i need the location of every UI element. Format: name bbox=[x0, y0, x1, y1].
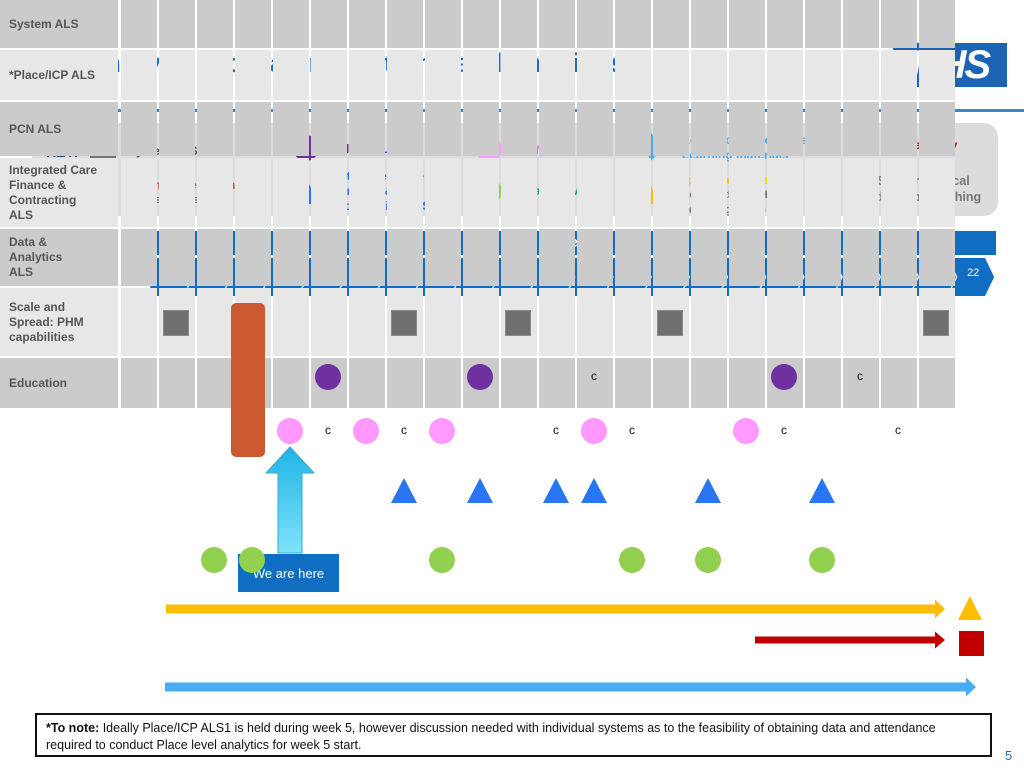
place-als-marker bbox=[467, 364, 493, 390]
analytics-als-marker bbox=[239, 546, 265, 573]
coaching-marker: c bbox=[781, 423, 787, 437]
icf-als-marker bbox=[809, 477, 835, 503]
pcn-als-marker bbox=[353, 418, 379, 444]
place-als-marker bbox=[771, 364, 797, 390]
pcn-als-marker bbox=[581, 418, 607, 444]
icf-als-marker bbox=[695, 477, 721, 503]
system-als-marker bbox=[163, 310, 189, 336]
icf-als-marker bbox=[581, 477, 607, 503]
system-als-marker bbox=[657, 310, 683, 336]
coaching-marker: c bbox=[553, 423, 559, 437]
case-study-arrow bbox=[755, 631, 945, 649]
icf-als-marker bbox=[543, 477, 569, 503]
system-als-marker bbox=[391, 310, 417, 336]
spread-scale-end-triangle bbox=[958, 596, 982, 620]
coaching-marker: c bbox=[401, 423, 407, 437]
case-study-end-square bbox=[959, 631, 984, 656]
pcn-als-marker bbox=[429, 418, 455, 444]
icf-als-marker bbox=[467, 477, 493, 503]
footnote: *To note: Ideally Place/ICP ALS1 is held… bbox=[35, 713, 992, 757]
coaching-marker: c bbox=[591, 369, 597, 383]
page-number: 5 bbox=[1005, 748, 1013, 763]
analytics-als-marker bbox=[809, 546, 835, 573]
coaching-marker: c bbox=[325, 423, 331, 437]
span-arrows-layer bbox=[165, 599, 976, 697]
analytics-als-marker bbox=[201, 546, 227, 573]
scale-spread-arrow bbox=[166, 599, 945, 619]
pcn-als-marker bbox=[733, 418, 759, 444]
pcn-als-marker bbox=[277, 418, 303, 444]
system-als-marker bbox=[505, 310, 531, 336]
place-als-marker bbox=[315, 364, 341, 390]
coaching-marker: c bbox=[629, 423, 635, 437]
coaching-marker: c bbox=[857, 369, 863, 383]
education-arrow bbox=[165, 677, 976, 697]
analytics-als-marker bbox=[695, 546, 721, 573]
we-are-here-arrow-icon bbox=[264, 446, 316, 554]
analytics-als-marker bbox=[619, 546, 645, 573]
system-als-marker bbox=[923, 310, 949, 336]
analytics-als-marker bbox=[429, 546, 455, 573]
icf-als-marker bbox=[391, 477, 417, 503]
footnote-text: Ideally Place/ICP ALS1 is held during we… bbox=[46, 721, 936, 752]
footnote-label: *To note: bbox=[46, 721, 100, 735]
coaching-marker: c bbox=[895, 423, 901, 437]
